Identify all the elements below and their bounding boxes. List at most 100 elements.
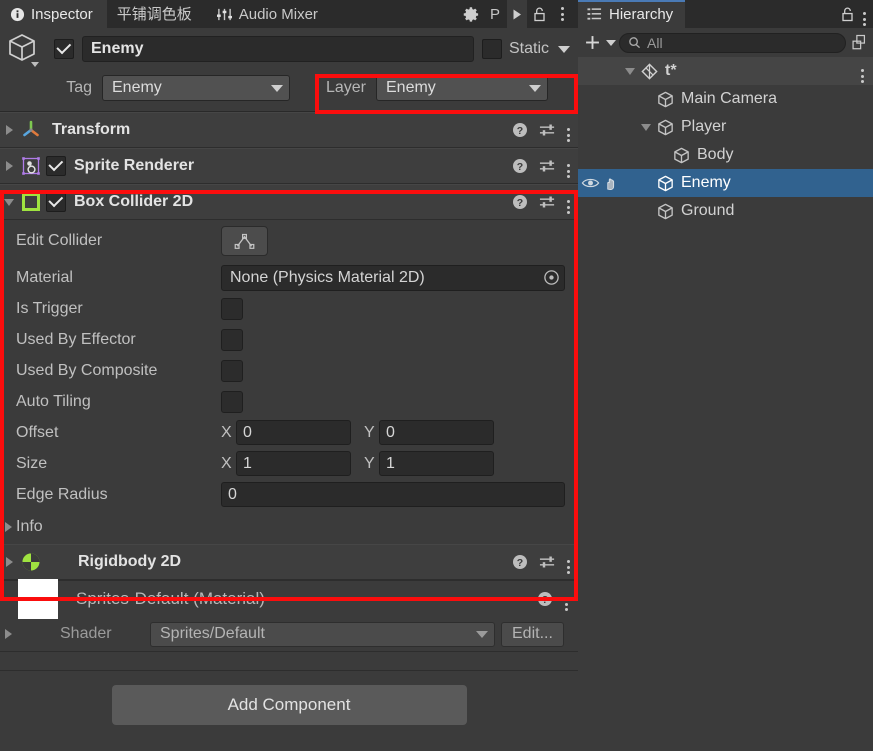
material-foldout-icon[interactable] — [0, 629, 16, 639]
tab-tile-palette[interactable]: 平铺调色板 — [107, 0, 206, 28]
edit-collider-button[interactable] — [221, 226, 268, 256]
more-menu-icon[interactable] — [861, 59, 873, 83]
material-label: Material — [16, 268, 73, 286]
sprite-renderer-icon — [18, 155, 44, 177]
layer-dropdown[interactable]: Enemy — [376, 75, 548, 101]
offset-y-label: Y — [364, 423, 375, 441]
more-menu-icon[interactable] — [567, 190, 570, 214]
box-collider-2d-icon — [18, 192, 44, 212]
gameobject-cube-icon — [670, 146, 692, 165]
shader-dropdown[interactable]: Sprites/Default — [150, 621, 495, 647]
sprite-renderer-enabled-checkbox[interactable] — [46, 156, 66, 176]
gameobject-name-value: Enemy — [91, 40, 144, 57]
property-row-info[interactable]: Info — [0, 510, 578, 544]
static-label: Static — [508, 40, 549, 57]
shader-edit-button[interactable]: Edit... — [501, 621, 564, 647]
unity-editor-window: Inspector 平铺调色板 Audio Mixer P Enemy Stat… — [0, 0, 873, 751]
help-icon[interactable]: ? — [512, 554, 528, 570]
preset-icon[interactable] — [539, 194, 556, 210]
tab-hierarchy[interactable]: Hierarchy — [578, 0, 686, 28]
material-value: None (Physics Material 2D) — [230, 268, 425, 286]
hierarchy-row-enemy[interactable]: Enemy — [578, 169, 873, 197]
sprite-renderer-header-actions: ? — [512, 154, 570, 178]
object-picker-icon[interactable] — [538, 269, 564, 286]
size-label: Size — [16, 454, 48, 472]
help-icon[interactable]: ? — [512, 194, 528, 210]
tab-tile-palette-label: 平铺调色板 — [116, 5, 192, 23]
eye-icon[interactable] — [581, 176, 600, 190]
sprite-renderer-foldout-icon[interactable] — [0, 161, 18, 171]
more-menu-icon[interactable] — [567, 118, 570, 142]
used-by-composite-checkbox[interactable] — [221, 359, 243, 382]
more-menu-icon[interactable] — [565, 587, 568, 611]
component-header-box-collider-2d[interactable]: Box Collider 2D ? — [0, 184, 578, 220]
player-foldout-icon[interactable] — [638, 123, 654, 131]
polygon-edit-icon — [234, 233, 255, 250]
add-component-button[interactable]: Add Component — [111, 685, 467, 725]
box-collider-enabled-checkbox[interactable] — [46, 192, 66, 212]
svg-text:?: ? — [542, 594, 548, 606]
box-collider-foldout-icon[interactable] — [0, 198, 18, 206]
hierarchy-row-player[interactable]: Player — [578, 113, 873, 141]
info-foldout-icon[interactable] — [0, 522, 16, 532]
component-header-rigidbody-2d[interactable]: Rigidbody 2D ? — [0, 544, 578, 580]
tab-audio-mixer[interactable]: Audio Mixer — [206, 0, 332, 28]
hand-pick-icon[interactable] — [603, 176, 620, 191]
gameobject-cube-icon — [654, 90, 676, 109]
unity-scene-icon — [638, 62, 660, 81]
component-header-transform[interactable]: Transform ? — [0, 112, 578, 148]
component-title-sprite-renderer: Sprite Renderer — [74, 157, 195, 174]
is-trigger-checkbox[interactable] — [221, 297, 243, 320]
used-by-effector-checkbox[interactable] — [221, 328, 243, 351]
more-menu-icon[interactable] — [567, 154, 570, 178]
shader-edit-label: Edit... — [512, 625, 553, 642]
size-y-input[interactable]: 1 — [379, 451, 494, 476]
help-icon[interactable]: ? — [537, 591, 553, 607]
more-menu-icon[interactable] — [552, 0, 572, 28]
gameobject-name-input[interactable]: Enemy — [82, 36, 474, 62]
gameobject-enabled-checkbox[interactable] — [54, 39, 74, 59]
hierarchy-row-scene[interactable]: t* — [578, 57, 873, 85]
hierarchy-filter-icon[interactable] — [849, 34, 870, 51]
play-icon[interactable] — [507, 0, 527, 28]
material-color-swatch[interactable] — [18, 579, 58, 619]
gear-icon[interactable] — [460, 0, 483, 28]
create-button[interactable] — [584, 34, 616, 51]
hierarchy-row-body[interactable]: Body — [578, 141, 873, 169]
info-icon — [10, 7, 25, 22]
component-header-sprite-renderer[interactable]: Sprite Renderer ? — [0, 148, 578, 184]
hierarchy-search-input[interactable]: All — [619, 32, 846, 53]
auto-tiling-checkbox[interactable] — [221, 390, 243, 413]
tag-dropdown[interactable]: Enemy — [102, 75, 290, 101]
gameobject-cube-icon — [654, 174, 676, 193]
box-collider-properties: Edit Collider Material None (Physics Mat… — [0, 220, 578, 544]
layer-label: Layer — [325, 79, 366, 96]
lock-icon[interactable] — [840, 6, 855, 23]
search-icon — [628, 36, 641, 49]
preset-icon[interactable] — [539, 122, 556, 138]
more-menu-icon[interactable] — [567, 550, 570, 574]
size-x-input[interactable]: 1 — [236, 451, 351, 476]
help-icon[interactable]: ? — [512, 158, 528, 174]
lock-icon[interactable] — [529, 0, 550, 28]
offset-y-input[interactable]: 0 — [379, 420, 494, 445]
static-dropdown-caret-icon[interactable] — [558, 45, 570, 53]
edge-radius-input[interactable]: 0 — [221, 482, 565, 507]
preview-p-label[interactable]: P — [485, 0, 505, 28]
more-menu-icon[interactable] — [863, 2, 866, 26]
static-checkbox[interactable] — [481, 39, 502, 59]
material-object-field[interactable]: None (Physics Material 2D) — [221, 264, 565, 291]
hierarchy-row-ground[interactable]: Ground — [578, 197, 873, 225]
tab-inspector[interactable]: Inspector — [0, 0, 107, 28]
material-title-row: Sprites-Default (Material) ? — [0, 579, 578, 619]
transform-foldout-icon[interactable] — [0, 125, 18, 135]
offset-x-input[interactable]: 0 — [236, 420, 351, 445]
hierarchy-row-main-camera[interactable]: Main Camera — [578, 85, 873, 113]
preset-icon[interactable] — [539, 158, 556, 174]
scene-foldout-icon[interactable] — [622, 67, 638, 75]
edge-radius-value: 0 — [228, 485, 237, 503]
preset-icon[interactable] — [539, 554, 556, 570]
help-icon[interactable]: ? — [512, 122, 528, 138]
rigidbody-foldout-icon[interactable] — [0, 557, 18, 567]
rigidbody-2d-icon — [18, 551, 44, 573]
